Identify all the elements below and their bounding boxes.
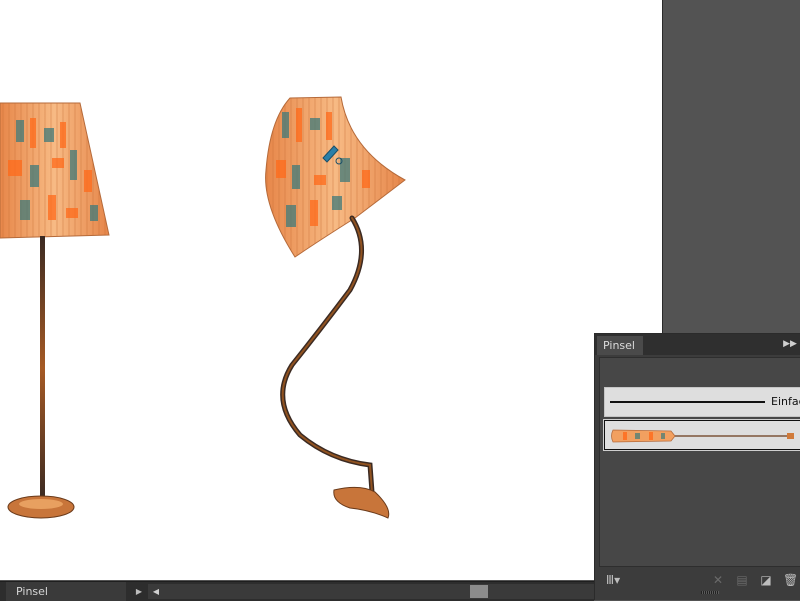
artboard[interactable] [0,0,662,580]
brush-item-label: Einfach [771,395,800,408]
scroll-left-arrow-icon[interactable]: ◀ [150,584,162,599]
brush-libraries-icon[interactable]: Ⅲ▾ [603,572,623,588]
standing-lamp-bent[interactable] [265,96,406,519]
tab-brushes[interactable]: Pinsel [597,336,643,355]
brushes-panel[interactable]: Pinsel ▶▶ Einfach Ⅲ▾ ✕ ▤ ◪ 🗑 [594,333,800,600]
status-menu-arrow-icon[interactable]: ▶ [133,582,145,601]
new-brush-icon[interactable]: ◪ [759,572,773,588]
standing-lamp-straight[interactable] [0,102,110,519]
brush-item-lamp-art-brush[interactable] [603,419,800,451]
panel-header: Pinsel ▶▶ [595,334,800,355]
basic-brush-stroke-preview [610,401,765,403]
status-bar: Pinsel ▶ ◀ [0,581,594,601]
panel-menu-icon[interactable]: ▶▶ [783,337,797,351]
artwork[interactable] [0,0,662,580]
brush-options-icon[interactable]: ▤ [735,572,749,588]
document-canvas[interactable] [0,0,663,580]
panel-footer: Ⅲ▾ ✕ ▤ ◪ 🗑 [595,569,800,591]
current-tool-name: Pinsel [6,582,126,601]
brush-item-basic[interactable]: Einfach [604,387,800,417]
brush-list[interactable]: Einfach [599,357,800,567]
panel-resize-grip[interactable] [701,591,719,594]
horizontal-scrollbar[interactable]: ◀ [148,584,594,599]
lamp-art-brush-preview [611,429,794,443]
scrollbar-thumb[interactable] [470,585,488,598]
remove-brush-stroke-icon[interactable]: ✕ [711,572,725,588]
delete-brush-icon[interactable]: 🗑 [783,572,798,588]
